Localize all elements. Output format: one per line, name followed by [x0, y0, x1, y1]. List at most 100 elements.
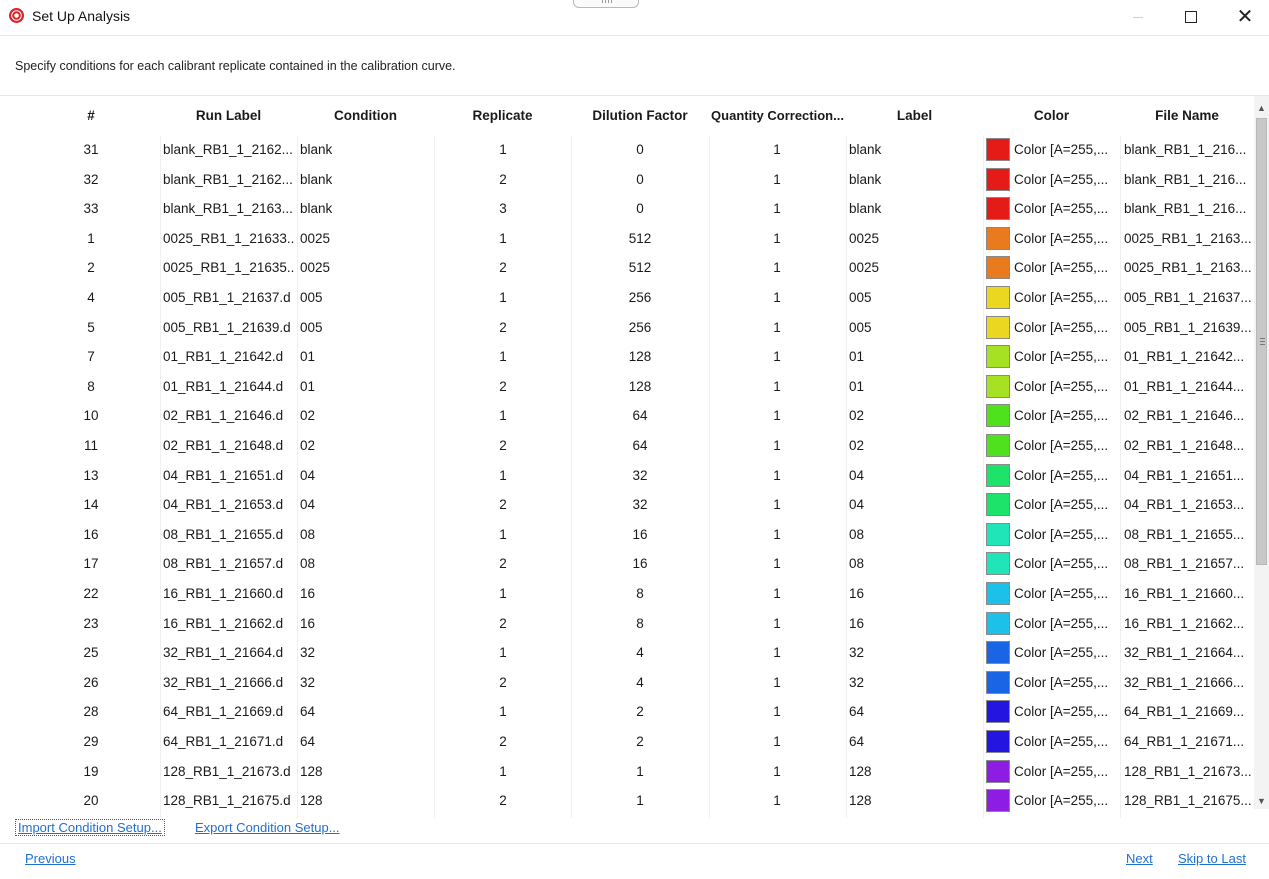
- dilution-factor-cell[interactable]: 0: [572, 135, 708, 165]
- color-swatch[interactable]: [986, 138, 1010, 161]
- color-swatch[interactable]: [986, 226, 1010, 250]
- row-number-cell[interactable]: 10: [22, 401, 160, 431]
- file-name-cell[interactable]: 005_RB1_1_21639...: [1124, 313, 1252, 343]
- file-name-cell[interactable]: 02_RB1_1_21646...: [1124, 401, 1252, 431]
- label-cell[interactable]: 32: [849, 668, 981, 698]
- replicate-cell[interactable]: 1: [435, 401, 571, 431]
- dilution-factor-cell[interactable]: 1: [572, 786, 708, 816]
- condition-cell[interactable]: blank: [300, 135, 432, 165]
- label-cell[interactable]: 01: [849, 342, 981, 372]
- run-label-cell[interactable]: 16_RB1_1_21662.d: [163, 609, 294, 639]
- color-swatch[interactable]: [986, 493, 1010, 517]
- color-cell[interactable]: Color [A=255,...: [986, 757, 1116, 787]
- table-row[interactable]: 17 08_RB1_1_21657.d 08 2 16 1 08 Color [A=255,.…: [0, 549, 1254, 579]
- label-cell[interactable]: 005: [849, 313, 981, 343]
- color-cell[interactable]: Color [A=255,...: [986, 579, 1116, 609]
- color-swatch[interactable]: [986, 404, 1010, 428]
- replicate-cell[interactable]: 1: [435, 520, 571, 550]
- run-label-cell[interactable]: 128_RB1_1_21675.d: [163, 786, 294, 816]
- file-name-cell[interactable]: 16_RB1_1_21662...: [1124, 609, 1252, 639]
- label-cell[interactable]: 32: [849, 638, 981, 668]
- run-label-cell[interactable]: 16_RB1_1_21660.d: [163, 579, 294, 609]
- run-label-cell[interactable]: blank_RB1_1_2162...: [163, 165, 294, 195]
- table-row[interactable]: 29 64_RB1_1_21671.d 64 2 2 1 64 Color [A=255,..…: [0, 727, 1254, 757]
- dilution-factor-cell[interactable]: 128: [572, 342, 708, 372]
- run-label-cell[interactable]: 01_RB1_1_21644.d: [163, 372, 294, 402]
- row-number-cell[interactable]: 11: [22, 431, 160, 461]
- label-cell[interactable]: 16: [849, 579, 981, 609]
- table-row[interactable]: 31 blank_RB1_1_2162... blank 1 0 1 blank Color …: [0, 135, 1254, 165]
- table-row[interactable]: 4 005_RB1_1_21637.d 005 1 256 1 005 Color [A=25…: [0, 283, 1254, 313]
- replicate-cell[interactable]: 2: [435, 609, 571, 639]
- dilution-factor-cell[interactable]: 256: [572, 313, 708, 343]
- run-label-cell[interactable]: 005_RB1_1_21637.d: [163, 283, 294, 313]
- condition-cell[interactable]: 128: [300, 757, 432, 787]
- run-label-cell[interactable]: 02_RB1_1_21648.d: [163, 431, 294, 461]
- table-row[interactable]: 19 128_RB1_1_21673.d 128 1 1 1 128 Color [A=255…: [0, 757, 1254, 787]
- file-name-cell[interactable]: 64_RB1_1_21669...: [1124, 697, 1252, 727]
- replicate-cell[interactable]: 3: [435, 194, 571, 224]
- quantity-correction-cell[interactable]: 1: [709, 283, 845, 313]
- row-number-cell[interactable]: 33: [22, 194, 160, 224]
- file-name-cell[interactable]: 04_RB1_1_21651...: [1124, 461, 1252, 491]
- table-row[interactable]: 25 32_RB1_1_21664.d 32 1 4 1 32 Color [A=255,..…: [0, 638, 1254, 668]
- dilution-factor-cell[interactable]: 64: [572, 431, 708, 461]
- row-number-cell[interactable]: 19: [22, 757, 160, 787]
- row-number-cell[interactable]: 20: [22, 786, 160, 816]
- color-swatch[interactable]: [986, 463, 1010, 487]
- label-cell[interactable]: 02: [849, 431, 981, 461]
- run-label-cell[interactable]: 04_RB1_1_21651.d: [163, 461, 294, 491]
- label-cell[interactable]: 08: [849, 520, 981, 550]
- row-number-cell[interactable]: 13: [22, 461, 160, 491]
- run-label-cell[interactable]: 02_RB1_1_21646.d: [163, 401, 294, 431]
- skip-to-last-link[interactable]: Skip to Last: [1178, 851, 1246, 866]
- column-header-condition[interactable]: Condition: [297, 96, 434, 136]
- table-row[interactable]: 28 64_RB1_1_21669.d 64 1 2 1 64 Color [A=255,..…: [0, 697, 1254, 727]
- replicate-cell[interactable]: 2: [435, 372, 571, 402]
- label-cell[interactable]: 0025: [849, 224, 981, 254]
- color-swatch[interactable]: [986, 315, 1010, 339]
- condition-cell[interactable]: blank: [300, 194, 432, 224]
- previous-link[interactable]: Previous: [25, 851, 76, 866]
- row-number-cell[interactable]: 23: [22, 609, 160, 639]
- dilution-factor-cell[interactable]: 8: [572, 579, 708, 609]
- column-header-run-label[interactable]: Run Label: [160, 96, 297, 136]
- next-link[interactable]: Next: [1126, 851, 1153, 866]
- replicate-cell[interactable]: 1: [435, 224, 571, 254]
- replicate-cell[interactable]: 2: [435, 313, 571, 343]
- dilution-factor-cell[interactable]: 128: [572, 372, 708, 402]
- color-cell[interactable]: Color [A=255,...: [986, 401, 1116, 431]
- run-label-cell[interactable]: 64_RB1_1_21669.d: [163, 697, 294, 727]
- quantity-correction-cell[interactable]: 1: [709, 194, 845, 224]
- quantity-correction-cell[interactable]: 1: [709, 609, 845, 639]
- table-row[interactable]: 16 08_RB1_1_21655.d 08 1 16 1 08 Color [A=255,.…: [0, 520, 1254, 550]
- minimize-button[interactable]: [1115, 0, 1161, 34]
- color-cell[interactable]: Color [A=255,...: [986, 727, 1116, 757]
- color-swatch[interactable]: [986, 641, 1010, 665]
- maximize-button[interactable]: [1168, 0, 1214, 34]
- quantity-correction-cell[interactable]: 1: [709, 313, 845, 343]
- quantity-correction-cell[interactable]: 1: [709, 372, 845, 402]
- run-label-cell[interactable]: 32_RB1_1_21664.d: [163, 638, 294, 668]
- condition-cell[interactable]: 01: [300, 342, 432, 372]
- color-swatch[interactable]: [986, 286, 1010, 309]
- scroll-up-arrow-icon[interactable]: ▲: [1254, 100, 1269, 116]
- condition-cell[interactable]: 16: [300, 579, 432, 609]
- table-row[interactable]: 10 02_RB1_1_21646.d 02 1 64 1 02 Color [A=255,.…: [0, 401, 1254, 431]
- row-number-cell[interactable]: 4: [22, 283, 160, 313]
- color-swatch[interactable]: [986, 759, 1010, 783]
- dilution-factor-cell[interactable]: 32: [572, 461, 708, 491]
- run-label-cell[interactable]: 08_RB1_1_21655.d: [163, 520, 294, 550]
- condition-cell[interactable]: 08: [300, 520, 432, 550]
- column-header-dilution-factor[interactable]: Dilution Factor: [571, 96, 709, 136]
- dilution-factor-cell[interactable]: 16: [572, 549, 708, 579]
- dilution-factor-cell[interactable]: 4: [572, 668, 708, 698]
- quantity-correction-cell[interactable]: 1: [709, 165, 845, 195]
- scroll-down-arrow-icon[interactable]: ▼: [1254, 793, 1269, 809]
- replicate-cell[interactable]: 2: [435, 549, 571, 579]
- replicate-cell[interactable]: 1: [435, 135, 571, 165]
- replicate-cell[interactable]: 2: [435, 253, 571, 283]
- run-label-cell[interactable]: blank_RB1_1_2163...: [163, 194, 294, 224]
- label-cell[interactable]: blank: [849, 194, 981, 224]
- dilution-factor-cell[interactable]: 0: [572, 165, 708, 195]
